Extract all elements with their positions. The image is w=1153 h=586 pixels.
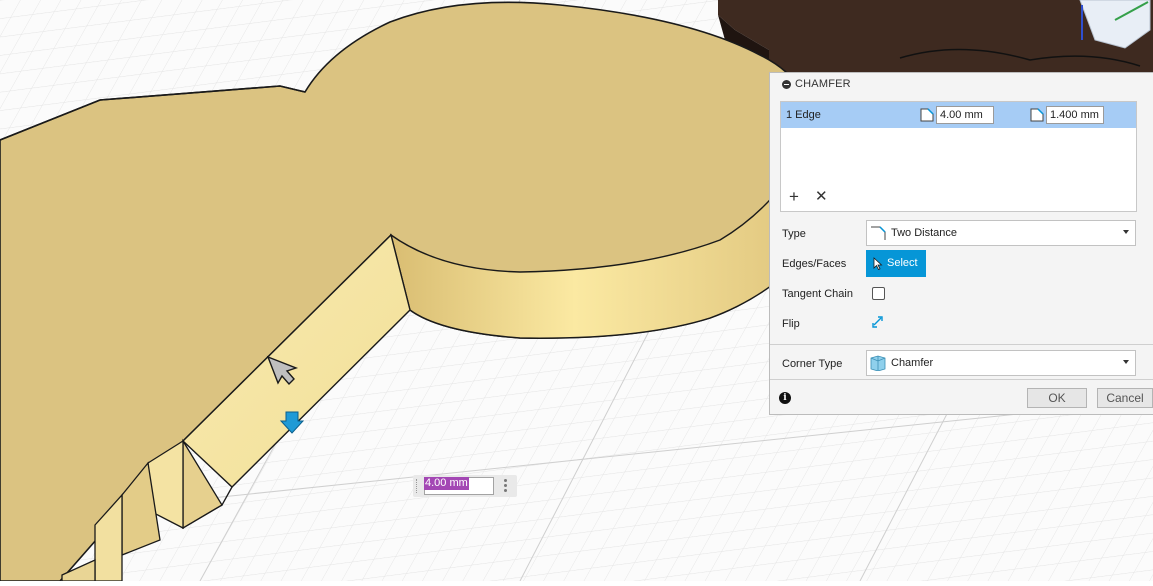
section-divider	[770, 344, 1153, 345]
corner-type-label: Corner Type	[782, 358, 843, 370]
distance-value-text[interactable]: 4.00 mm	[424, 477, 469, 490]
panel-header: CHAMFER	[770, 73, 1153, 95]
corner-type-dropdown[interactable]: Chamfer	[866, 350, 1136, 376]
flip-label: Flip	[782, 318, 800, 330]
info-icon[interactable]: i	[779, 392, 791, 404]
floating-distance-input[interactable]: 4.00 mm	[413, 475, 517, 497]
more-options-icon[interactable]	[504, 479, 508, 493]
selection-list: 1 Edge + ✕	[780, 101, 1137, 212]
chamfer-panel: CHAMFER 1 Edge + ✕ Type Two Distance	[769, 72, 1153, 415]
add-icon[interactable]: +	[789, 188, 799, 205]
type-label: Type	[782, 228, 806, 240]
tangent-chain-label: Tangent Chain	[782, 288, 853, 300]
type-dropdown[interactable]: Two Distance	[866, 220, 1136, 246]
panel-title: CHAMFER	[795, 78, 851, 90]
distance-two-input[interactable]	[1046, 106, 1104, 124]
flip-icon[interactable]	[871, 315, 885, 329]
corner-chamfer-icon	[870, 355, 886, 371]
remove-icon[interactable]: ✕	[815, 189, 828, 204]
distance-two-icon	[1030, 108, 1044, 122]
corner-type-value: Chamfer	[891, 357, 934, 369]
two-distance-icon	[871, 226, 886, 240]
type-value: Two Distance	[891, 227, 958, 239]
ok-button[interactable]: OK	[1027, 388, 1087, 408]
cursor-arrow-icon	[873, 257, 883, 270]
select-button[interactable]: Select	[866, 250, 926, 277]
chevron-down-icon	[1123, 360, 1129, 364]
drag-grip-icon[interactable]	[416, 479, 419, 493]
selection-row[interactable]: 1 Edge	[781, 102, 1136, 128]
footer-divider	[770, 379, 1153, 380]
select-button-label: Select	[887, 257, 918, 269]
tangent-chain-checkbox[interactable]	[872, 287, 885, 300]
distance-one-input[interactable]	[936, 106, 994, 124]
collapse-icon[interactable]	[782, 80, 791, 89]
distance-one-icon	[920, 108, 934, 122]
chevron-down-icon	[1123, 230, 1129, 234]
edge-count-label: 1 Edge	[786, 109, 821, 121]
cancel-button[interactable]: Cancel	[1097, 388, 1153, 408]
edges-faces-label: Edges/Faces	[782, 258, 847, 270]
